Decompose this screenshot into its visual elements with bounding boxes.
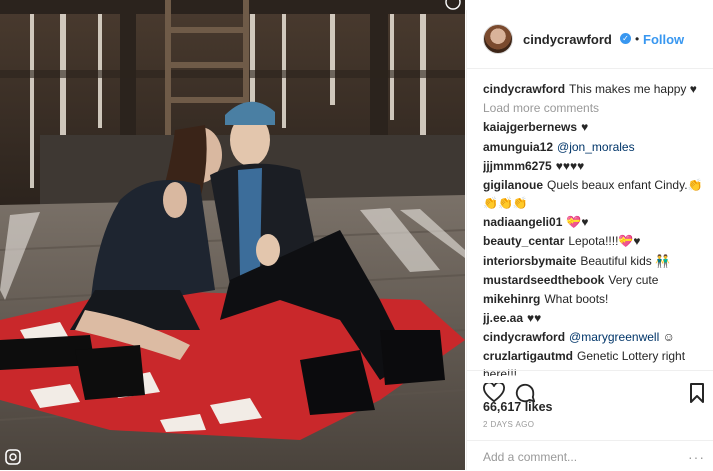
- caption-username[interactable]: cindycrawford: [483, 82, 565, 96]
- comment-row: amunguia12 @jon_morales: [483, 138, 708, 156]
- comment-text: Lepota!!!!💝♥: [568, 234, 641, 249]
- bookmark-icon[interactable]: [689, 383, 705, 408]
- post-header: cindycrawford ✓ • Follow: [467, 10, 713, 69]
- load-more-row: Load more comments: [483, 99, 708, 117]
- comment-username[interactable]: mustardseedthebook: [483, 273, 604, 287]
- comment-row: jjjmmm6275 ♥♥♥♥: [483, 157, 708, 175]
- comment-row: interiorsbymaite Beautiful kids 👬: [483, 252, 708, 270]
- add-comment-input[interactable]: [483, 449, 668, 465]
- post-sidebar: cindycrawford ✓ • Follow cindycrawford Th…: [466, 10, 713, 470]
- load-more-comments-link[interactable]: Load more comments: [483, 101, 599, 115]
- comment-row: mikehinrg What boots!: [483, 290, 708, 308]
- comment-username[interactable]: nadiaangeli01: [483, 215, 562, 229]
- comment-text: ♥♥: [527, 311, 542, 326]
- likes-count[interactable]: 66,617 likes: [483, 400, 553, 414]
- more-options-button[interactable]: ···: [688, 449, 705, 465]
- comment-username[interactable]: kaiajgerbernews: [483, 120, 577, 134]
- comment-mention-link[interactable]: @marygreenwell: [569, 330, 659, 344]
- comment-username[interactable]: mikehinrg: [483, 292, 540, 306]
- follow-button[interactable]: Follow: [643, 32, 684, 47]
- comment-username[interactable]: cruzlartigautmd: [483, 349, 573, 363]
- comment-row: cindycrawford @marygreenwell ☺: [483, 328, 708, 346]
- top-strip: [466, 0, 713, 10]
- post-timestamp[interactable]: 2 DAYS AGO: [483, 420, 534, 429]
- post-photo[interactable]: [0, 0, 465, 470]
- caption-row: cindycrawford This makes me happy ♥: [483, 80, 708, 98]
- verified-badge-icon: ✓: [620, 33, 631, 44]
- comment-box: ···: [467, 440, 713, 471]
- comment-text: What boots!: [544, 291, 609, 306]
- comment-row: mustardseedthebook Very cute: [483, 271, 708, 289]
- caption-text: This makes me happy ♥: [569, 82, 697, 96]
- comment-text: ♥: [581, 120, 589, 135]
- comment-username[interactable]: jjjmmm6275: [483, 159, 552, 173]
- comment-username[interactable]: cindycrawford: [483, 330, 565, 344]
- comment-row: kaiajgerbernews ♥: [483, 118, 708, 136]
- comment-row: jj.ee.aa ♥♥: [483, 309, 708, 327]
- comment-username[interactable]: beauty_centar: [483, 234, 564, 248]
- comment-text: ☺: [662, 330, 675, 345]
- comments-list[interactable]: cindycrawford This makes me happy ♥ Load …: [483, 80, 708, 376]
- comment-text: 💝♥: [566, 215, 589, 230]
- follow-separator: •: [635, 32, 640, 46]
- comment-username[interactable]: gigilanoue: [483, 178, 543, 192]
- comment-username[interactable]: interiorsbymaite: [483, 254, 576, 268]
- comment-username[interactable]: jj.ee.aa: [483, 311, 523, 325]
- comment-text: ♥♥♥♥: [555, 158, 585, 173]
- comment-mention-link[interactable]: @jon_morales: [557, 140, 635, 154]
- comment-text: Very cute: [608, 272, 659, 287]
- comment-username[interactable]: amunguia12: [483, 140, 553, 154]
- author-username[interactable]: cindycrawford: [523, 32, 612, 47]
- comment-row: beauty_centar Lepota!!!!💝♥: [483, 232, 708, 250]
- comment-row: gigilanoue Quels beaux enfant Cindy.👏👏👏👏: [483, 176, 708, 212]
- author-avatar[interactable]: [483, 24, 513, 54]
- post-photo-illustration: [0, 0, 465, 470]
- comment-row: nadiaangeli01 💝♥: [483, 213, 708, 231]
- comment-text: Beautiful kids 👬: [580, 253, 671, 268]
